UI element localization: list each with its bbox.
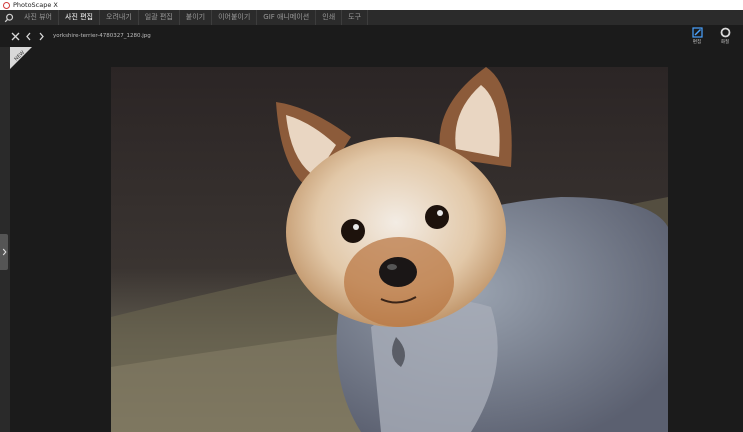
next-button[interactable] <box>35 25 48 47</box>
tab-cut-out[interactable]: 오려내기 <box>100 10 139 25</box>
edit-button[interactable]: 편집 <box>683 25 711 47</box>
tab-photo-editor[interactable]: 사진 편집 <box>59 10 100 25</box>
close-button[interactable] <box>9 25 22 47</box>
app-logo-icon <box>3 1 10 9</box>
tab-photo-viewer[interactable]: 사진 뷰어 <box>18 10 59 25</box>
search-button[interactable] <box>0 10 18 25</box>
edit-label: 편집 <box>692 40 702 45</box>
tab-batch-edit[interactable]: 일괄 편집 <box>139 10 180 25</box>
tab-combine[interactable]: 이어붙이기 <box>212 10 258 25</box>
dog-photo-illustration <box>111 67 668 432</box>
file-name: yorkshire-terrier-4780327_1280.jpg <box>53 33 151 39</box>
tab-print[interactable]: 인쇄 <box>316 10 343 25</box>
quality-settings-button[interactable]: 화질 <box>711 25 739 47</box>
chevron-left-icon <box>26 32 31 40</box>
tab-gif-animation[interactable]: GIF 애니메이션 <box>257 10 317 25</box>
chevron-right-icon <box>39 32 44 40</box>
tab-page[interactable]: 붙이기 <box>180 10 213 25</box>
tab-tools[interactable]: 도구 <box>342 10 369 25</box>
settings-label: 화질 <box>720 40 730 45</box>
previous-button[interactable] <box>22 25 35 47</box>
edit-pencil-icon <box>691 27 703 38</box>
settings-ring-icon <box>720 27 730 38</box>
new-badge: NEW <box>10 47 32 69</box>
new-badge-shape: NEW <box>10 47 32 69</box>
chevron-right-icon <box>2 248 7 256</box>
photo-yorkshire-terrier[interactable] <box>111 67 668 432</box>
search-icon <box>4 13 14 22</box>
expand-panel-handle[interactable] <box>0 234 8 270</box>
main-menu-bar: 사진 뷰어 사진 편집 오려내기 일괄 편집 붙이기 이어붙이기 GIF 애니메… <box>0 10 743 25</box>
title-bar: PhotoScape X <box>0 0 743 10</box>
app-title: PhotoScape X <box>13 1 58 9</box>
editor-toolbar: yorkshire-terrier-4780327_1280.jpg 편집 화질 <box>0 25 743 47</box>
close-icon <box>11 32 20 40</box>
